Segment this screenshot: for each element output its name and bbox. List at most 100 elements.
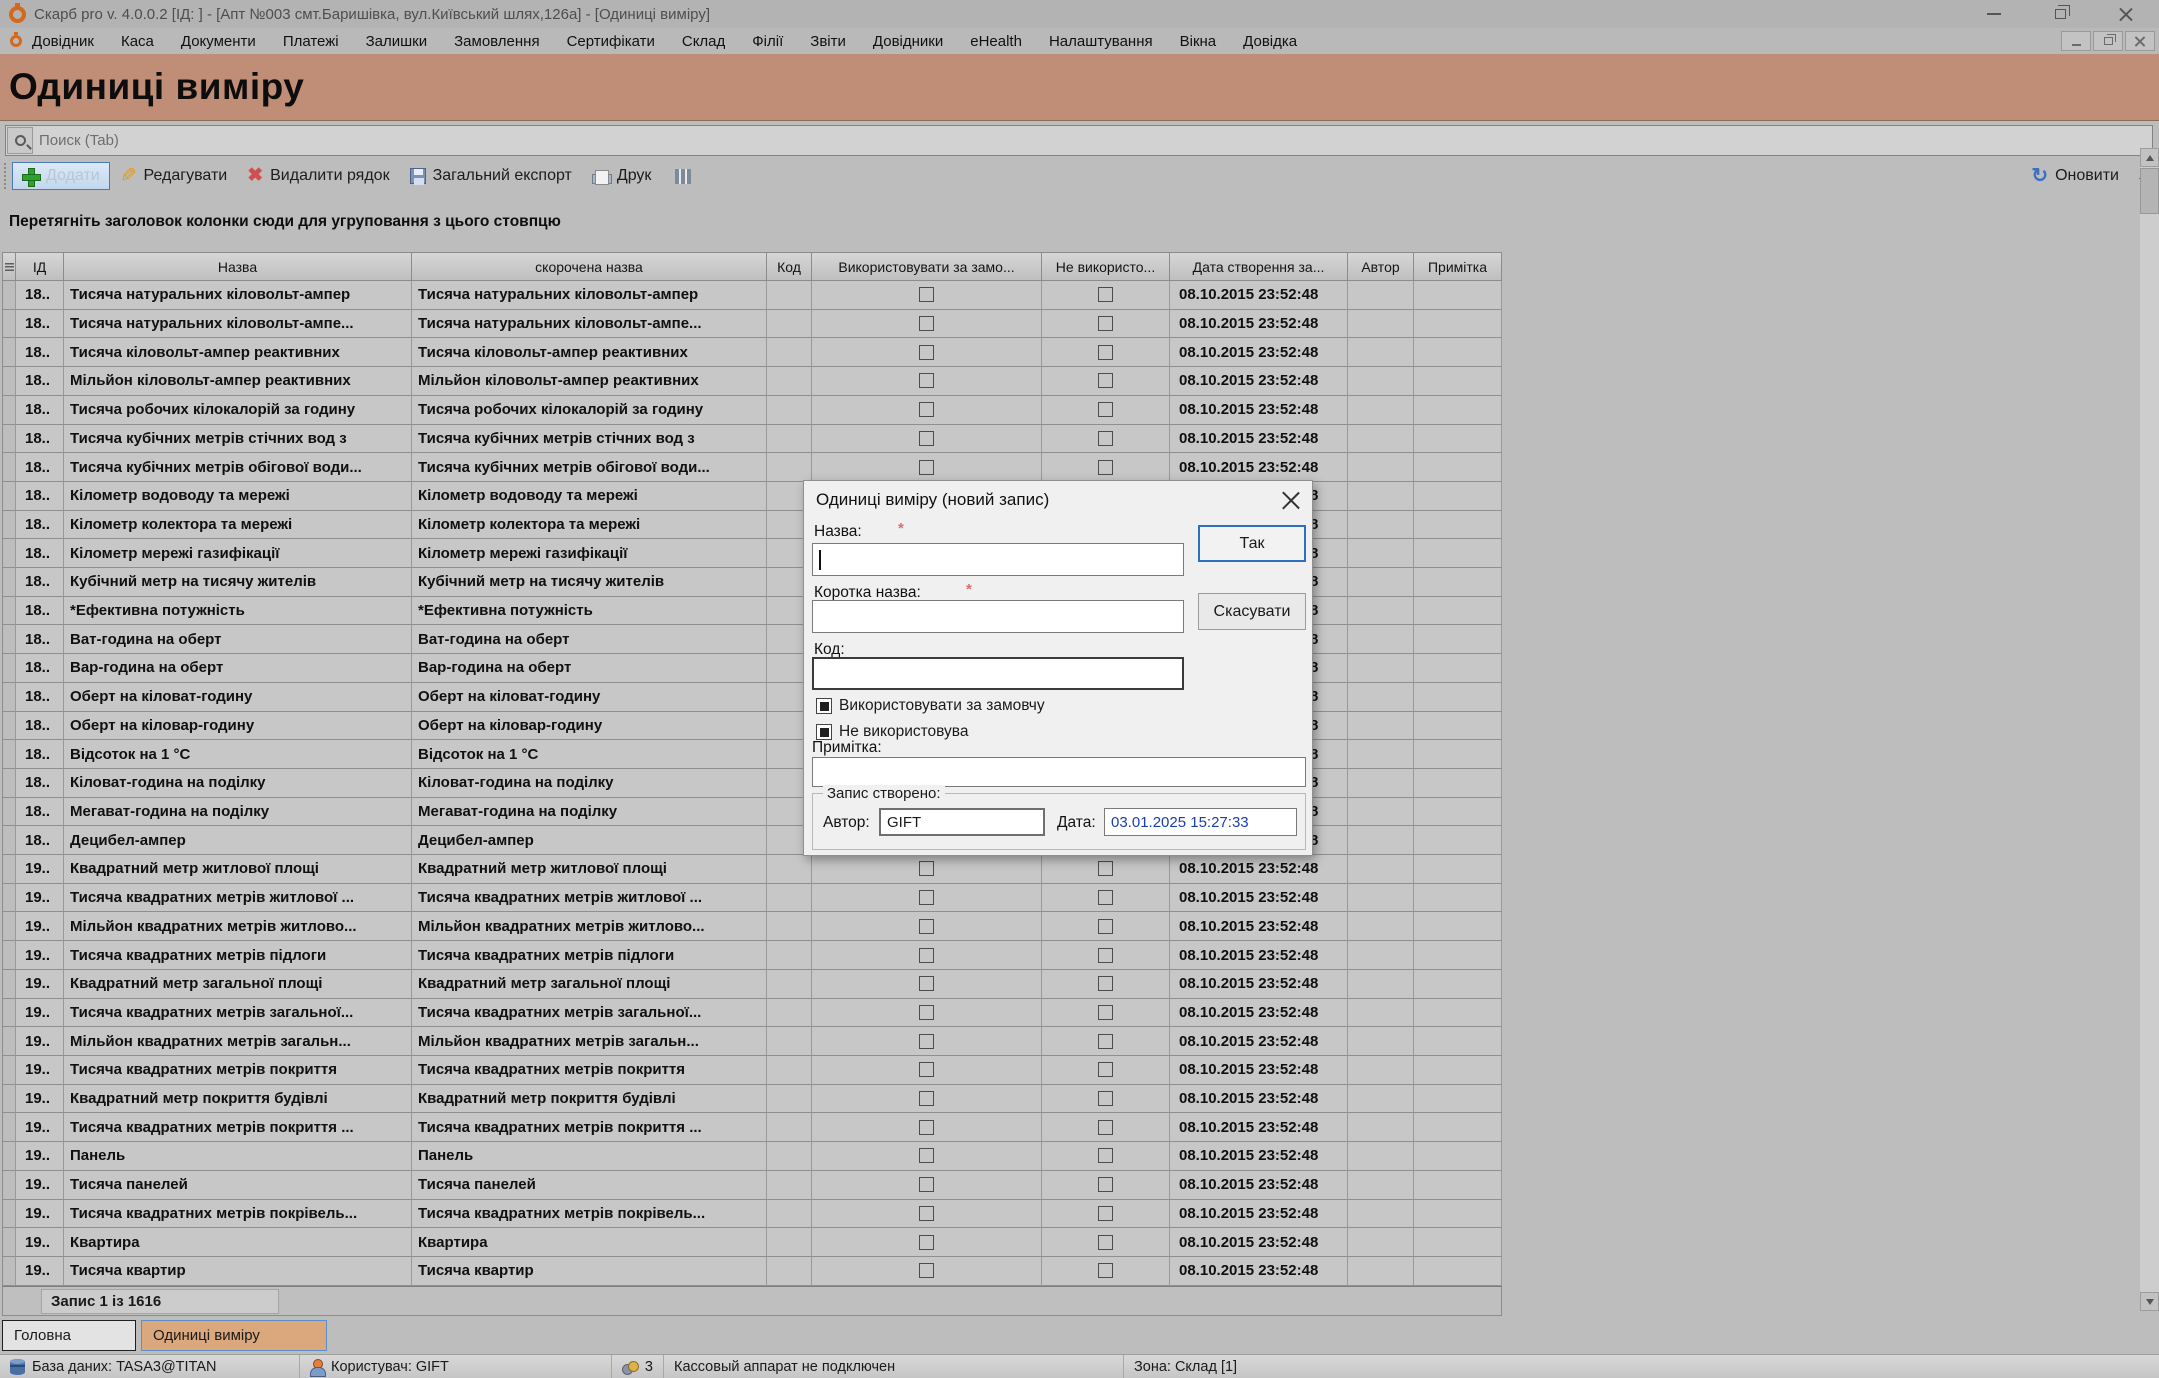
menu-item[interactable]: Налаштування xyxy=(1049,33,1153,50)
menu-item[interactable]: Філії xyxy=(752,33,783,50)
use-default-checkbox[interactable] xyxy=(919,1062,934,1077)
not-used-checkbox[interactable] xyxy=(1098,1148,1113,1163)
use-default-checkbox[interactable] xyxy=(919,1235,934,1250)
use-default-checkbox[interactable] xyxy=(919,1034,934,1049)
not-used-checkbox[interactable] xyxy=(1098,1005,1113,1020)
menu-item[interactable]: Каса xyxy=(121,33,154,50)
not-used-checkbox[interactable] xyxy=(1098,1120,1113,1135)
column-header-not-used[interactable]: Не використо... xyxy=(1042,252,1170,281)
use-default-checkbox[interactable] xyxy=(919,373,934,388)
menu-item[interactable]: Замовлення xyxy=(454,33,539,50)
toolbar-grip[interactable] xyxy=(2,163,8,189)
not-used-checkbox[interactable] xyxy=(1098,373,1113,388)
use-default-checkbox[interactable] xyxy=(919,1177,934,1192)
not-used-checkbox[interactable] xyxy=(1098,402,1113,417)
menu-item[interactable]: Склад xyxy=(682,33,725,50)
table-row[interactable]: 18.. Тисяча робочих кілокалорій за годин… xyxy=(2,396,1502,425)
not-used-checkbox[interactable] xyxy=(1098,1177,1113,1192)
delete-row-button[interactable]: ✖ Видалити рядок xyxy=(237,162,399,190)
use-default-checkbox[interactable] xyxy=(919,976,934,991)
table-row[interactable]: 18.. Тисяча натуральних кіловольт-ампе..… xyxy=(2,310,1502,339)
search-icon-button[interactable] xyxy=(7,127,33,154)
not-used-checkbox[interactable] xyxy=(1098,431,1113,446)
add-button[interactable]: Додати xyxy=(12,162,110,190)
table-row[interactable]: 18.. Мільйон кіловольт-ампер реактивних … xyxy=(2,367,1502,396)
column-header-use-default[interactable]: Використовувати за замо... xyxy=(812,252,1042,281)
scroll-up-button[interactable] xyxy=(2140,148,2159,167)
print-button[interactable]: Друк xyxy=(582,162,662,190)
maximize-button[interactable] xyxy=(2027,0,2093,28)
table-row[interactable]: 19.. Панель Панель 08.10.2015 23:52:48 xyxy=(2,1142,1502,1171)
column-header-name[interactable]: Назва xyxy=(64,252,412,281)
not-used-checkbox[interactable] xyxy=(1098,1091,1113,1106)
table-row[interactable]: 19.. Тисяча квадратних метрів підлоги Ти… xyxy=(2,941,1502,970)
mdi-restore-button[interactable] xyxy=(2093,31,2123,51)
not-used-checkbox[interactable] xyxy=(1098,861,1113,876)
table-row[interactable]: 19.. Тисяча квартир Тисяча квартир 08.10… xyxy=(2,1257,1502,1286)
table-row[interactable]: 19.. Мільйон квадратних метрів житлово..… xyxy=(2,912,1502,941)
scroll-down-button[interactable] xyxy=(2140,1292,2159,1311)
column-header-created[interactable]: Дата створення за... xyxy=(1170,252,1348,281)
menu-item[interactable]: Документи xyxy=(181,33,256,50)
close-button[interactable] xyxy=(2093,0,2159,28)
use-default-checkbox[interactable] xyxy=(919,890,934,905)
use-default-checkbox[interactable] xyxy=(919,431,934,446)
window-tab[interactable]: Головна xyxy=(2,1320,136,1351)
use-default-checkbox[interactable] xyxy=(919,1005,934,1020)
not-used-checkbox[interactable] xyxy=(1098,1263,1113,1278)
window-tab[interactable]: Одиниці виміру xyxy=(141,1320,327,1351)
table-row[interactable]: 18.. Тисяча кубічних метрів стічних вод … xyxy=(2,425,1502,454)
menu-item[interactable]: Вікна xyxy=(1180,33,1217,50)
menu-item[interactable]: Довідники xyxy=(873,33,943,50)
mdi-close-button[interactable] xyxy=(2125,31,2155,51)
dialog-not-used-checkbox[interactable] xyxy=(816,724,832,740)
dialog-use-default-checkbox[interactable] xyxy=(816,698,832,714)
not-used-checkbox[interactable] xyxy=(1098,287,1113,302)
not-used-checkbox[interactable] xyxy=(1098,1206,1113,1221)
edit-button[interactable]: ✎ Редагувати xyxy=(110,162,237,190)
use-default-checkbox[interactable] xyxy=(919,1206,934,1221)
column-header-id[interactable]: ІД xyxy=(16,252,64,281)
use-default-checkbox[interactable] xyxy=(919,948,934,963)
table-row[interactable]: 19.. Тисяча панелей Тисяча панелей 08.10… xyxy=(2,1171,1502,1200)
table-row[interactable]: 19.. Тисяча квадратних метрів житлової .… xyxy=(2,884,1502,913)
menu-item[interactable]: eHealth xyxy=(970,33,1022,50)
table-row[interactable]: 19.. Квадратний метр покриття будівлі Кв… xyxy=(2,1085,1502,1114)
minimize-button[interactable] xyxy=(1961,0,2027,28)
use-default-checkbox[interactable] xyxy=(919,316,934,331)
use-default-checkbox[interactable] xyxy=(919,460,934,475)
menu-item[interactable]: Звіти xyxy=(810,33,846,50)
date-field[interactable]: 03.01.2025 15:27:33 xyxy=(1104,808,1297,836)
use-default-checkbox[interactable] xyxy=(919,1263,934,1278)
table-row[interactable]: 19.. Тисяча квадратних метрів покриття .… xyxy=(2,1113,1502,1142)
menu-item[interactable]: Залишки xyxy=(366,33,428,50)
table-row[interactable]: 18.. Тисяча натуральних кіловольт-ампер … xyxy=(2,281,1502,310)
menu-item[interactable]: Платежі xyxy=(283,33,339,50)
vertical-scrollbar[interactable] xyxy=(2140,148,2159,1311)
scrollbar-thumb[interactable] xyxy=(2140,168,2159,214)
ok-button[interactable]: Так xyxy=(1198,525,1306,562)
use-default-checkbox[interactable] xyxy=(919,1091,934,1106)
not-used-checkbox[interactable] xyxy=(1098,1235,1113,1250)
menu-item[interactable]: Сертифікати xyxy=(567,33,655,50)
menu-item[interactable]: Довідник xyxy=(32,33,94,50)
name-field[interactable] xyxy=(812,543,1184,576)
author-field[interactable]: GIFT xyxy=(879,808,1045,836)
export-button[interactable]: Загальний експорт xyxy=(400,162,582,190)
column-header-author[interactable]: Автор xyxy=(1348,252,1414,281)
refresh-button[interactable]: ↻ Оновити xyxy=(2021,162,2129,190)
use-default-checkbox[interactable] xyxy=(919,919,934,934)
not-used-checkbox[interactable] xyxy=(1098,919,1113,934)
use-default-checkbox[interactable] xyxy=(919,287,934,302)
table-row[interactable]: 18.. Тисяча кубічних метрів обігової вод… xyxy=(2,453,1502,482)
not-used-checkbox[interactable] xyxy=(1098,976,1113,991)
cancel-button[interactable]: Скасувати xyxy=(1198,593,1306,630)
column-header-note[interactable]: Примітка xyxy=(1414,252,1502,281)
table-row[interactable]: 19.. Тисяча квадратних метрів покриття Т… xyxy=(2,1056,1502,1085)
table-row[interactable]: 18.. Тисяча кіловольт-ампер реактивних Т… xyxy=(2,338,1502,367)
use-default-checkbox[interactable] xyxy=(919,345,934,360)
menu-item[interactable]: Довідка xyxy=(1243,33,1297,50)
table-row[interactable]: 19.. Квадратний метр загальної площі Ква… xyxy=(2,970,1502,999)
columns-button[interactable] xyxy=(661,164,701,189)
not-used-checkbox[interactable] xyxy=(1098,948,1113,963)
